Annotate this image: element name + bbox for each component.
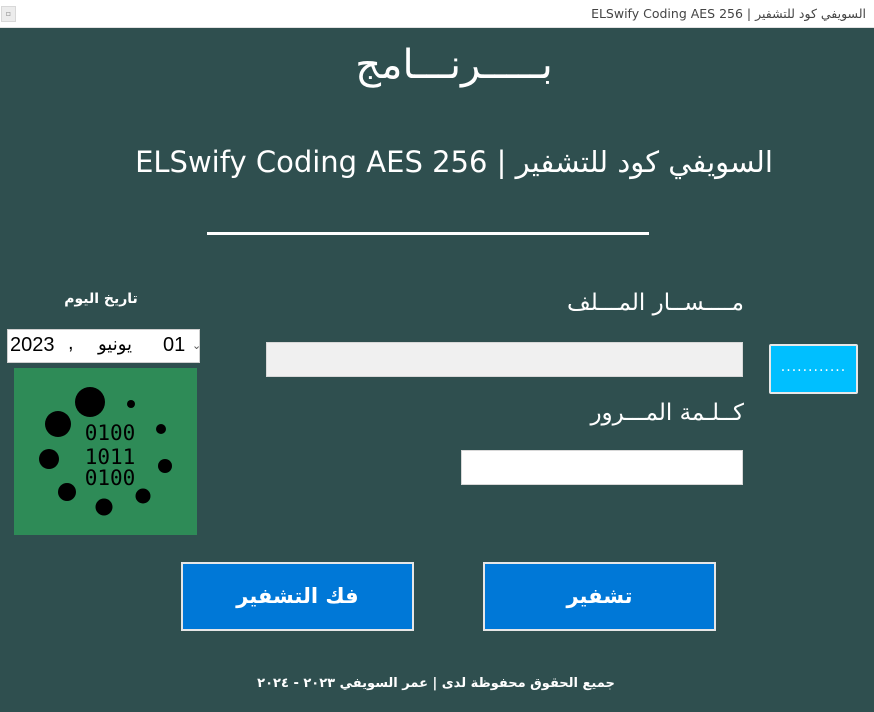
program-heading: بـــــرنـــامج — [355, 42, 553, 88]
decrypt-button[interactable]: فك التشفير — [181, 562, 414, 631]
window-title: السويفي كود للتشفير | ELSwify Coding AES… — [591, 6, 866, 21]
date-separator: , — [68, 332, 74, 354]
app-title: السويفي كود للتشفير | ELSwify Coding AES… — [135, 145, 773, 179]
date-month: يونيو — [98, 334, 133, 355]
binary-logo-icon: 0100 1011 0100 — [14, 368, 197, 535]
app-menu-icon[interactable]: ▫ — [1, 6, 16, 22]
file-path-label: مــــســار المـــلف — [566, 290, 744, 316]
file-path-input[interactable] — [266, 342, 743, 377]
date-label: تاريخ اليوم — [64, 291, 138, 307]
copyright-footer: جميع الحقوق محفوظة لدى | عمر السويفي ٢٠٢… — [257, 676, 615, 691]
browse-button[interactable]: ............ — [769, 344, 858, 394]
title-bar: ▫ السويفي كود للتشفير | ELSwify Coding A… — [0, 0, 874, 28]
chevron-down-icon[interactable]: ⌄ — [192, 339, 201, 352]
date-day: 01 — [163, 334, 186, 356]
date-year: 2023 — [10, 334, 55, 356]
logo-line-3: 0100 — [85, 466, 136, 490]
date-picker[interactable]: 2023 , يونيو 01 ⌄ — [7, 329, 201, 363]
password-input[interactable] — [461, 450, 743, 485]
encrypt-button[interactable]: تشفير — [483, 562, 716, 631]
title-divider — [207, 232, 649, 235]
main-form: بـــــرنـــامج السويفي كود للتشفير | ELS… — [0, 28, 874, 712]
password-label: كــلـمة المـــرور — [590, 400, 744, 426]
logo-line-1: 0100 — [85, 421, 136, 445]
